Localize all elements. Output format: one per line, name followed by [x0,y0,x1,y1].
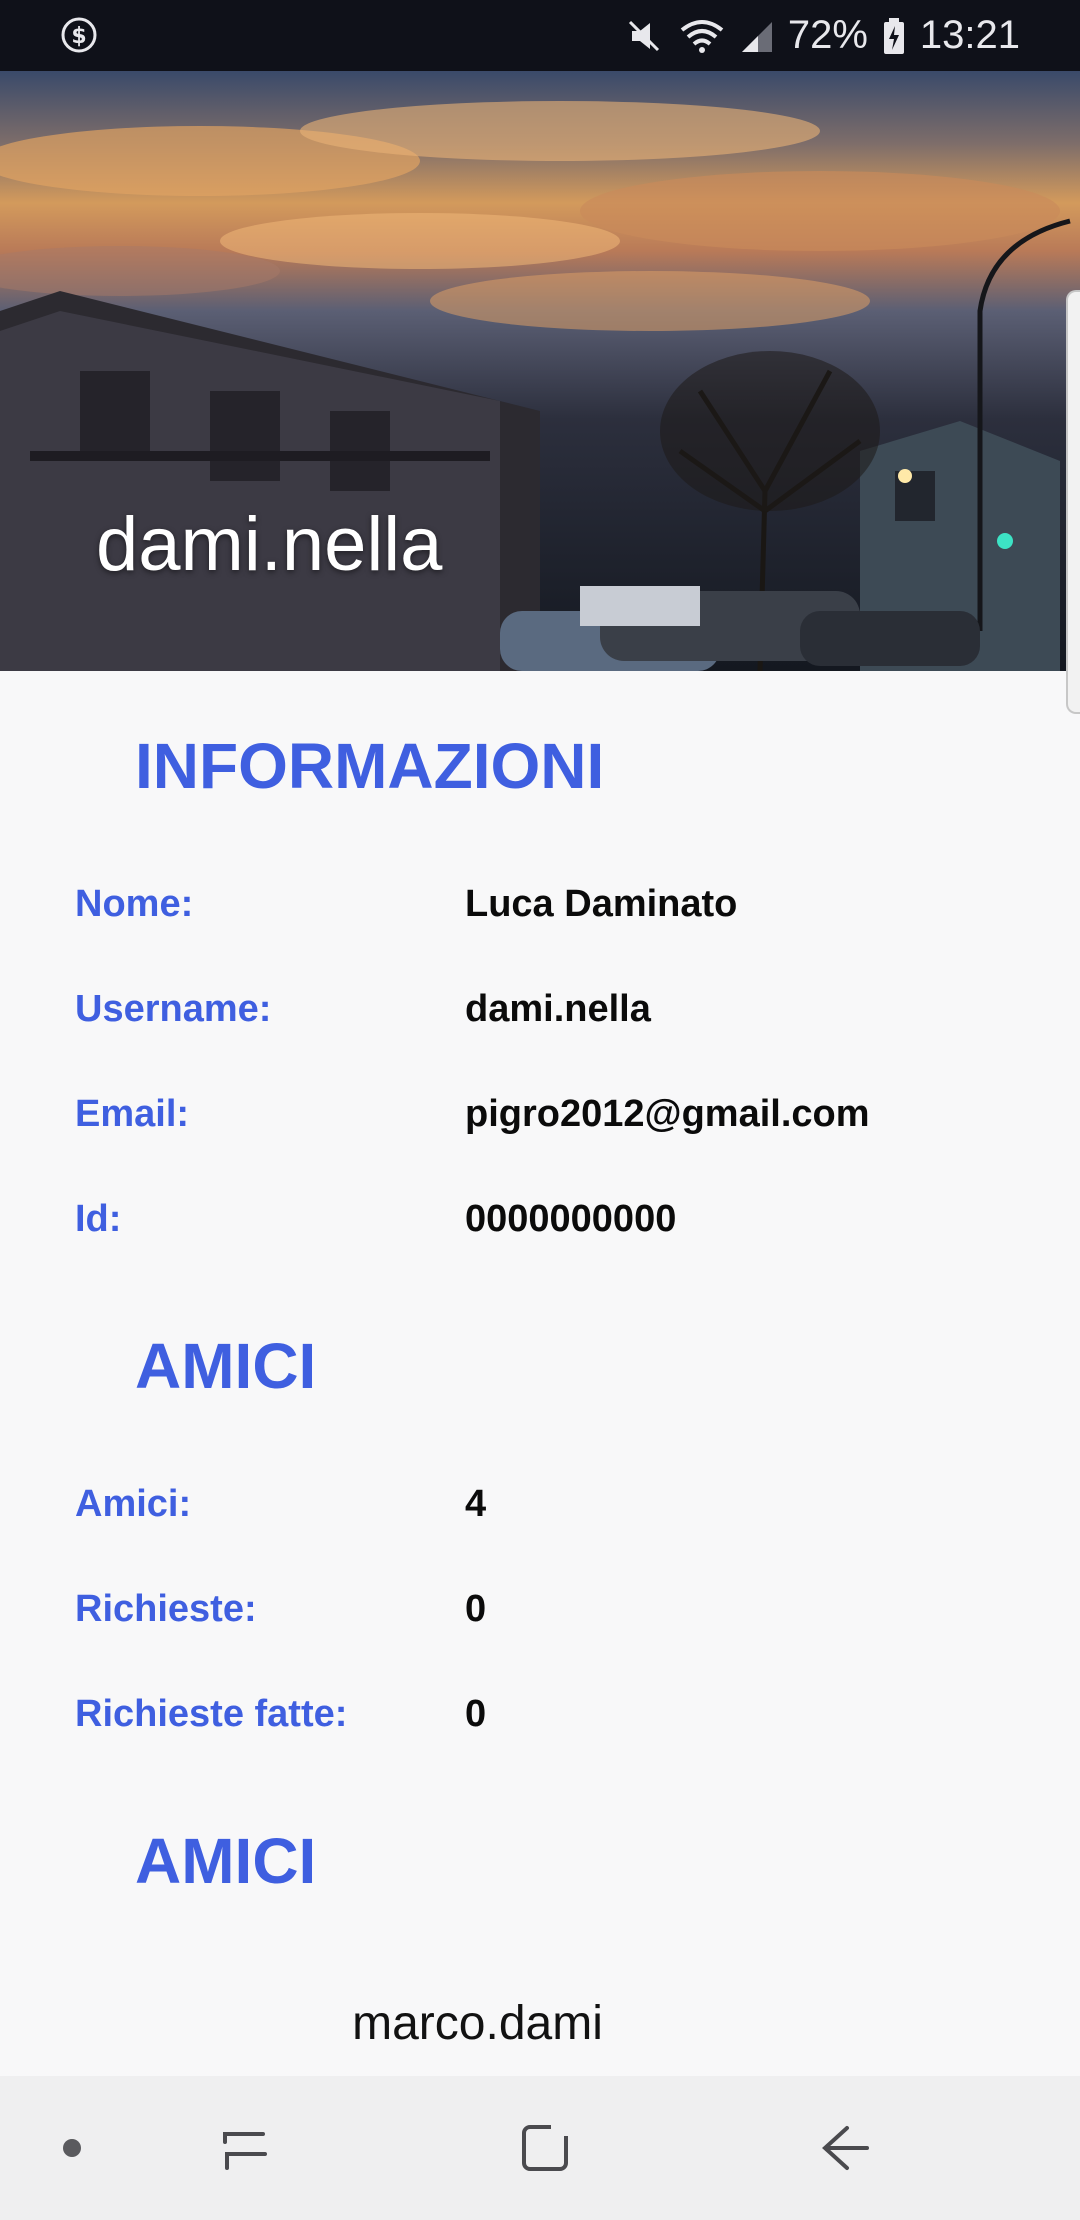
battery-percentage: 72% [787,13,868,57]
svg-text:$: $ [71,24,86,49]
value-richieste-fatte: 0 [465,1693,487,1735]
navigation-bar [0,2076,1080,2220]
signal-icon [740,16,774,56]
value-id: 0000000000 [465,1198,677,1240]
dot-icon[interactable] [40,2076,104,2220]
label-id: Id: [75,1198,122,1240]
value-richieste: 0 [465,1588,487,1630]
clock: 13:21 [919,13,1020,57]
value-username: dami.nella [465,988,651,1030]
label-nome: Nome: [75,883,194,925]
label-richieste: Richieste: [75,1588,257,1630]
battery-charging-icon [882,16,906,56]
label-richieste-fatte: Richieste fatte: [75,1693,348,1735]
section-title-amici: AMICI [135,1330,317,1402]
value-amici: 4 [465,1483,487,1525]
back-icon[interactable] [790,2076,900,2220]
dollar-circle-icon: $ [60,16,98,54]
profile-header: dami.nella [0,71,1080,671]
friend-list-item[interactable]: marco.dami [0,1996,955,2051]
section-title-amici-list: AMICI [135,1825,317,1897]
status-bar: $ 72% 13:21 [0,0,1080,71]
section-title-informazioni: INFORMAZIONI [135,730,605,802]
label-username: Username: [75,988,272,1030]
profile-username-title: dami.nella [96,502,443,587]
home-icon[interactable] [490,2076,600,2220]
recent-apps-icon[interactable] [190,2076,300,2220]
label-email: Email: [75,1093,190,1135]
label-amici: Amici: [75,1483,192,1525]
value-nome: Luca Daminato [465,883,738,925]
mute-icon [624,16,664,56]
scroll-indicator[interactable] [1066,290,1080,714]
wifi-icon [678,16,726,56]
value-email: pigro2012@gmail.com [465,1093,870,1135]
